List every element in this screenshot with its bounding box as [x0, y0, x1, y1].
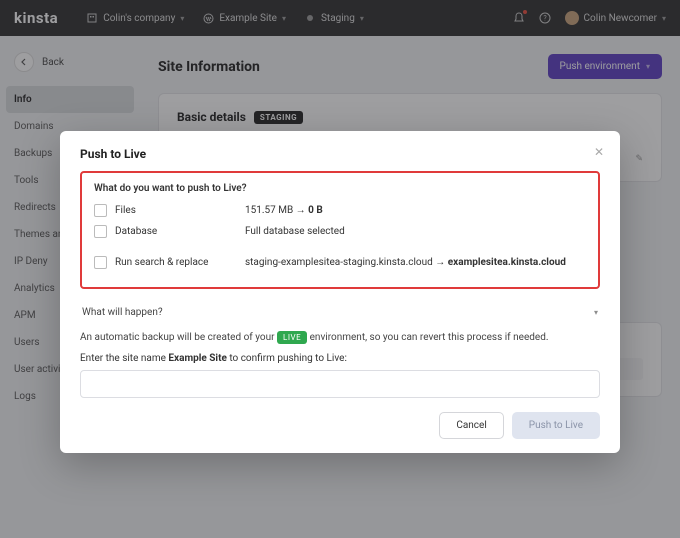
search-replace-detail: staging-examplesitea-staging.kinsta.clou… — [245, 257, 566, 268]
search-replace-option: Run search & replace staging-examplesite… — [94, 256, 586, 269]
what-will-happen-label: What will happen? — [82, 307, 163, 318]
push-to-live-button[interactable]: Push to Live — [512, 412, 600, 439]
files-detail: 151.57 MB → 0 B — [245, 205, 323, 216]
database-option: Database Full database selected — [94, 225, 586, 238]
database-label: Database — [115, 226, 245, 237]
cancel-button[interactable]: Cancel — [439, 412, 503, 439]
modal-overlay: Push to Live ✕ What do you want to push … — [0, 0, 680, 538]
search-replace-checkbox[interactable] — [94, 256, 107, 269]
files-option: Files 151.57 MB → 0 B — [94, 204, 586, 217]
confirm-instruction: Enter the site name Example Site to conf… — [80, 353, 600, 364]
search-replace-label: Run search & replace — [115, 257, 245, 268]
close-icon[interactable]: ✕ — [594, 145, 604, 159]
push-question: What do you want to push to Live? — [94, 183, 586, 194]
files-checkbox[interactable] — [94, 204, 107, 217]
modal-title: Push to Live — [80, 147, 600, 161]
database-checkbox[interactable] — [94, 225, 107, 238]
push-options-highlight: What do you want to push to Live? Files … — [80, 171, 600, 289]
chevron-down-icon: ▾ — [594, 308, 598, 317]
backup-info: An automatic backup will be created of y… — [80, 332, 600, 343]
push-to-live-modal: Push to Live ✕ What do you want to push … — [60, 131, 620, 453]
what-will-happen-toggle[interactable]: What will happen? ▾ — [80, 299, 600, 326]
confirm-sitename-input[interactable] — [80, 370, 600, 398]
live-badge: LIVE — [277, 331, 307, 344]
files-label: Files — [115, 205, 245, 216]
database-detail: Full database selected — [245, 226, 345, 237]
